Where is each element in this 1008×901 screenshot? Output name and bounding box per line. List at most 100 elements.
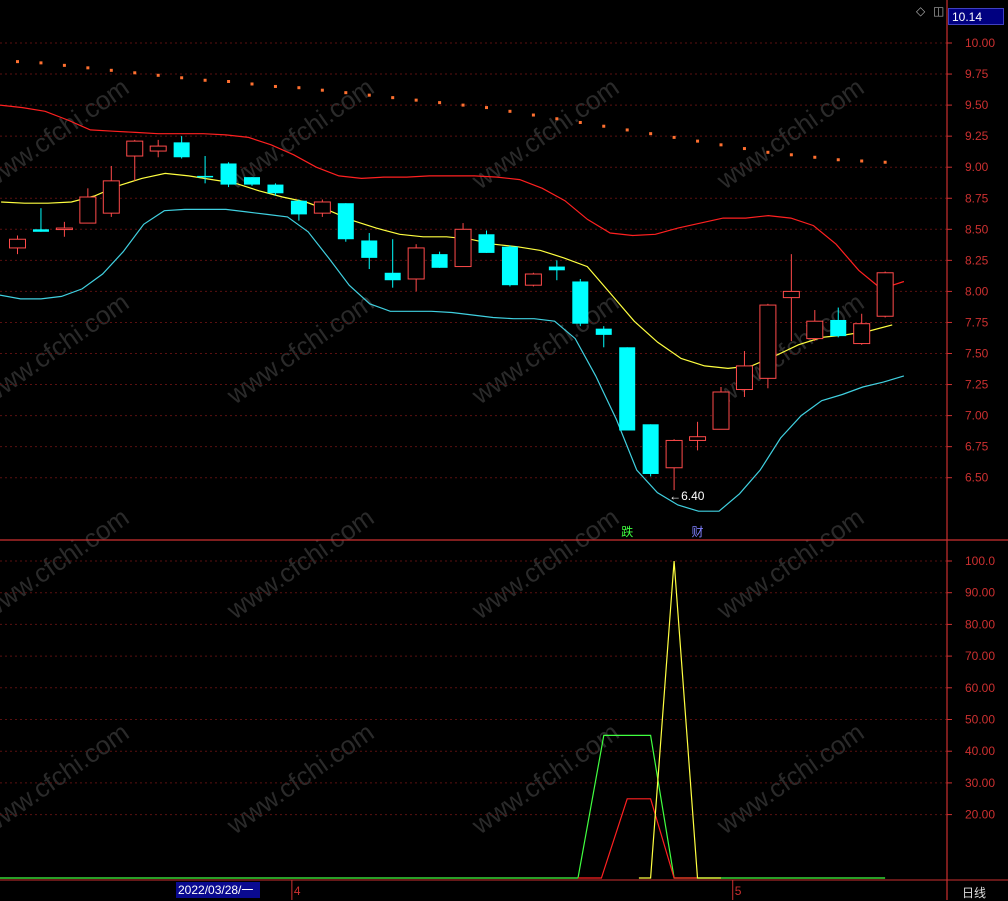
indicator-tick-label: 50.00	[965, 713, 995, 727]
sar-dot	[62, 63, 66, 67]
candle-body-down	[337, 203, 354, 240]
candle-body-down	[595, 328, 612, 335]
middle-band-line	[1, 172, 893, 370]
sar-dot	[742, 147, 746, 151]
candle	[9, 235, 26, 255]
indicator-tick-label: 40.00	[965, 744, 995, 758]
sar-dot	[86, 66, 90, 70]
candle-body-up	[665, 439, 683, 469]
candle	[220, 162, 237, 188]
price-tick-label: 8.50	[965, 222, 989, 236]
sar-dot	[531, 113, 535, 117]
candle-body-down	[267, 184, 284, 194]
candle	[244, 177, 260, 186]
sar-dot	[578, 120, 582, 124]
period-label[interactable]: 日线	[962, 884, 986, 901]
candle-body-up	[407, 247, 425, 280]
candle-body-down	[32, 229, 49, 232]
candle	[384, 239, 401, 288]
watermark-text: www.cfchi.com	[0, 287, 134, 411]
candle-body-down	[548, 266, 565, 271]
watermark-text: www.cfchi.com	[0, 502, 134, 626]
price-tick-label: 7.75	[965, 315, 989, 329]
watermark-text: www.cfchi.com	[465, 287, 624, 411]
chart-grid	[0, 42, 947, 816]
indicator-tick-label: 60.00	[965, 681, 995, 695]
signal-marker: 财	[692, 525, 704, 539]
sar-dot	[766, 150, 770, 154]
month-label: 4	[294, 884, 301, 898]
sar-dot	[16, 60, 19, 64]
sar-dot	[133, 71, 137, 75]
candle-body-up	[806, 320, 824, 340]
candle-body-down	[197, 175, 214, 178]
candle	[712, 387, 730, 430]
sar-dot	[789, 153, 793, 157]
sar-dot	[39, 61, 43, 65]
price-tick-label: 9.00	[965, 160, 989, 174]
candle	[642, 424, 659, 477]
candle-body-up	[9, 238, 26, 249]
candle	[313, 199, 331, 217]
watermark-text: www.cfchi.com	[710, 72, 869, 196]
sar-dot	[297, 86, 301, 90]
sar-dot	[367, 93, 371, 97]
candle	[478, 230, 495, 253]
candle	[572, 278, 589, 327]
indicator-axis: 100.0 90.00 80.00 70.00 60.00 50.00 40.00 30.00…	[947, 554, 995, 822]
watermark-text: www.cfchi.com	[710, 717, 869, 841]
low-price-marker: ←6.40	[669, 489, 705, 503]
sar-dot	[649, 132, 653, 136]
sar-dot	[391, 96, 395, 100]
indicator-tick-label: 70.00	[965, 649, 995, 663]
sar-dot	[414, 98, 418, 102]
watermark-text: www.cfchi.com	[710, 502, 869, 626]
price-tick-label: 6.50	[965, 471, 989, 485]
diamond-icon[interactable]: ◇	[916, 4, 925, 18]
kline-chart[interactable]: www.cfchi.com www.cfchi.com www.cfchi.com w…	[0, 0, 1008, 900]
candle-body-down	[572, 281, 589, 324]
indicator-series-1	[578, 798, 698, 879]
candle-body-down	[642, 424, 659, 474]
candle-body-up	[313, 201, 331, 214]
candle	[337, 203, 354, 242]
sar-dot	[813, 155, 817, 159]
sar-dot	[672, 135, 676, 139]
price-tick-label: 9.75	[965, 67, 989, 81]
month-label: 5	[735, 884, 742, 898]
sar-dot	[461, 103, 465, 107]
candle	[173, 136, 190, 159]
sar-dot	[883, 160, 887, 164]
candle	[454, 223, 472, 268]
indicator-tick-label: 90.00	[965, 586, 995, 600]
sar-dot	[438, 101, 442, 105]
sar-dot	[602, 124, 606, 128]
candle-body-down	[384, 272, 401, 281]
window-icon[interactable]: ◫	[933, 4, 944, 18]
indicator-tick-label: 100.0	[965, 554, 995, 568]
watermark-text: www.cfchi.com	[465, 502, 624, 626]
watermark-text: www.cfchi.com	[0, 717, 134, 841]
watermark-text: www.cfchi.com	[0, 72, 134, 196]
price-tick-label: 10.00	[965, 36, 995, 50]
sar-dot	[508, 109, 512, 113]
indicator-tick-label: 80.00	[965, 617, 995, 631]
sar-dot	[227, 80, 231, 84]
watermark-text: www.cfchi.com	[220, 502, 379, 626]
sar-dot	[250, 82, 254, 86]
candle-body-up	[149, 145, 167, 152]
candle	[55, 221, 73, 237]
price-tick-label: 8.75	[965, 191, 989, 205]
sar-dot	[203, 78, 207, 82]
candle	[619, 347, 636, 431]
candle	[361, 233, 378, 270]
candle	[431, 251, 448, 268]
candle-body-up	[55, 227, 73, 231]
candle-body-down	[619, 347, 636, 431]
candle-body-down	[173, 142, 190, 158]
candle	[524, 272, 542, 287]
candle	[102, 165, 120, 217]
candle-body-down	[290, 200, 307, 215]
current-price-label: 10.14	[948, 8, 1004, 25]
candle-body-up	[853, 323, 871, 345]
